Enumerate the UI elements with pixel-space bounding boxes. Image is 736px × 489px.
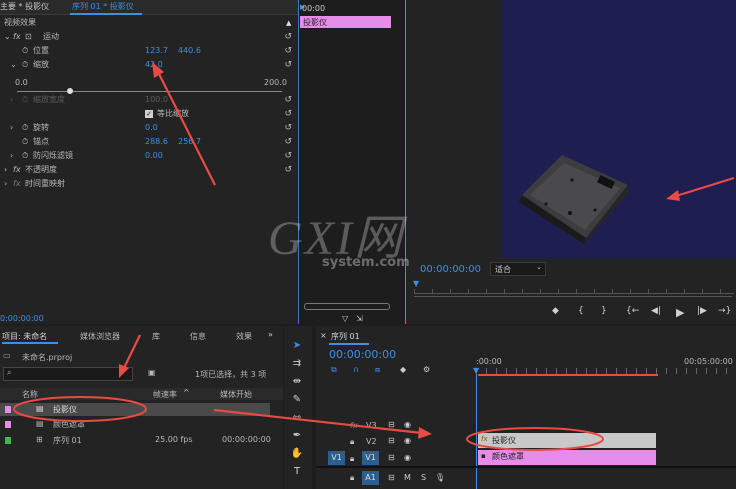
highlight-ellipse-icon	[13, 396, 147, 422]
annotation-layer	[13, 62, 735, 451]
arrow-to-scale-icon	[152, 62, 216, 186]
arrow-to-timeline-icon	[213, 408, 432, 439]
arrow-to-image-icon	[666, 176, 735, 201]
arrow-to-search-icon	[119, 334, 141, 378]
highlight-ellipse-icon	[466, 427, 604, 451]
